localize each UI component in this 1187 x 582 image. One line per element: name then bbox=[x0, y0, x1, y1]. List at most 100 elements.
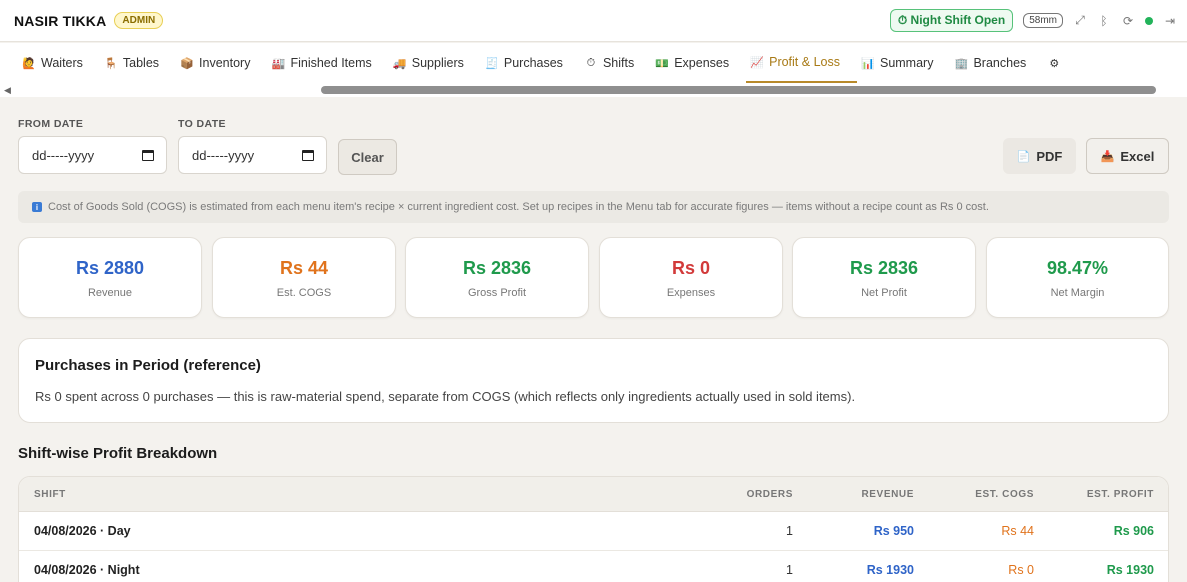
truck-icon: 🚚 bbox=[392, 57, 407, 70]
calendar-icon[interactable] bbox=[302, 149, 314, 161]
tab-tables[interactable]: 🪑 Tables bbox=[100, 43, 176, 83]
tab-label: Inventory bbox=[199, 56, 251, 70]
tab-expenses[interactable]: 💵 Expenses bbox=[651, 43, 746, 83]
app-header: NASIR TIKKA ADMIN ⏱ Night Shift Open 58m… bbox=[0, 0, 1187, 42]
tab-profit-loss[interactable]: 📈 Profit & Loss bbox=[746, 43, 857, 83]
tab-label: Purchases bbox=[503, 56, 563, 70]
tab-summary[interactable]: 📊 Summary bbox=[857, 43, 950, 83]
cell-shift: 04/08/2026 · Day bbox=[34, 524, 131, 538]
tab-label: Branches bbox=[973, 56, 1027, 70]
tab-finished-items[interactable]: 🏭 Finished Items bbox=[267, 43, 388, 83]
tab-settings[interactable]: ⚙ bbox=[1043, 43, 1078, 83]
money-icon: 💵 bbox=[655, 57, 670, 70]
cogs-card: Rs 44 Est. COGS bbox=[212, 237, 396, 318]
tab-shifts[interactable]: ⏱ Shifts bbox=[580, 43, 651, 83]
to-date-value: dd-----yyyy bbox=[192, 147, 255, 163]
scrollbar-thumb[interactable] bbox=[321, 86, 1156, 94]
main-tabs: 🙋 Waiters 🪑 Tables 📦 Inventory 🏭 Finished It… bbox=[0, 43, 1187, 83]
factory-icon: 🏭 bbox=[271, 57, 286, 70]
receipt-icon: 🧾 bbox=[485, 57, 499, 70]
fullscreen-icon[interactable]: ⤢ bbox=[1073, 13, 1087, 28]
tab-label: Suppliers bbox=[411, 56, 464, 70]
gear-icon: ⚙ bbox=[1049, 57, 1060, 70]
waiter-icon: 🙋 bbox=[22, 57, 36, 70]
info-icon: i bbox=[32, 202, 42, 212]
online-status-icon bbox=[1145, 16, 1153, 25]
table-row: 04/08/2026 · Night 1 Rs 1930 Rs 0 Rs 193… bbox=[19, 551, 1168, 582]
cogs-info-note: i Cost of Goods Sold (COGS) is estimated… bbox=[18, 191, 1169, 223]
stopwatch-icon: ⏱ bbox=[586, 56, 596, 69]
bluetooth-icon[interactable]: ᛒ bbox=[1097, 14, 1111, 28]
from-date-label: FROM DATE bbox=[18, 118, 84, 130]
card-value: Rs 44 bbox=[279, 258, 329, 278]
card-label: Net Profit bbox=[861, 287, 907, 299]
cell-orders: 1 bbox=[786, 524, 793, 538]
clear-button[interactable]: Clear bbox=[338, 139, 397, 175]
tab-label: Tables bbox=[122, 56, 160, 70]
export-excel-button[interactable]: 📥 Excel bbox=[1086, 138, 1169, 174]
col-cogs: EST. COGS bbox=[975, 489, 1034, 500]
card-label: Gross Profit bbox=[467, 287, 527, 299]
scroll-left-icon[interactable]: ◀ bbox=[4, 85, 11, 96]
tab-label: Finished Items bbox=[290, 56, 372, 70]
tab-label: Expenses bbox=[674, 56, 730, 70]
cell-shift: 04/08/2026 · Night bbox=[34, 563, 140, 577]
cell-orders: 1 bbox=[786, 563, 793, 577]
cell-revenue: Rs 1930 bbox=[866, 563, 914, 577]
card-value: Rs 2880 bbox=[75, 258, 145, 278]
table-row: 04/08/2026 · Day 1 Rs 950 Rs 44 Rs 906 bbox=[19, 512, 1168, 551]
revenue-card: Rs 2880 Revenue bbox=[18, 237, 202, 318]
col-revenue: REVENUE bbox=[861, 489, 914, 500]
tab-label: Shifts bbox=[602, 56, 635, 70]
cell-profit: Rs 1930 bbox=[1106, 563, 1154, 577]
cell-cogs: Rs 44 bbox=[1001, 524, 1034, 538]
from-date-input[interactable]: dd-----yyyy bbox=[18, 136, 167, 174]
gross-profit-card: Rs 2836 Gross Profit bbox=[405, 237, 589, 318]
bar-chart-icon: 📊 bbox=[861, 57, 875, 70]
shift-breakdown-title: Shift-wise Profit Breakdown bbox=[18, 445, 218, 462]
tabs-scrollbar[interactable]: ◀ bbox=[0, 83, 1187, 97]
col-shift: SHIFT bbox=[34, 489, 66, 500]
export-pdf-button[interactable]: 📄 PDF bbox=[1003, 138, 1076, 174]
box-icon: 📦 bbox=[180, 57, 194, 70]
card-label: Expenses bbox=[666, 287, 716, 299]
cell-profit: Rs 906 bbox=[1113, 524, 1154, 538]
col-profit: EST. PROFIT bbox=[1086, 489, 1154, 500]
tab-inventory[interactable]: 📦 Inventory bbox=[176, 43, 267, 83]
col-orders: ORDERS bbox=[746, 489, 793, 500]
to-date-input[interactable]: dd-----yyyy bbox=[178, 136, 327, 174]
paper-size-toggle[interactable]: 58mm bbox=[1023, 13, 1063, 28]
purchases-panel: Purchases in Period (reference) Rs 0 spe… bbox=[18, 338, 1169, 423]
tab-suppliers[interactable]: 🚚 Suppliers bbox=[389, 43, 481, 83]
brand-name: NASIR TIKKA bbox=[14, 12, 107, 29]
pdf-label: PDF bbox=[1036, 148, 1063, 164]
document-icon: 📄 bbox=[1016, 150, 1031, 163]
card-value: 98.47% bbox=[1046, 258, 1109, 278]
calendar-icon[interactable] bbox=[142, 149, 154, 161]
chair-icon: 🪑 bbox=[104, 57, 118, 70]
sync-icon[interactable]: ⟳ bbox=[1121, 14, 1135, 28]
shift-status-button[interactable]: ⏱ Night Shift Open bbox=[889, 9, 1014, 32]
info-text: Cost of Goods Sold (COGS) is estimated f… bbox=[48, 201, 989, 213]
excel-label: Excel bbox=[1120, 148, 1155, 164]
table-header: SHIFT ORDERS REVENUE EST. COGS EST. PROF… bbox=[19, 477, 1168, 512]
logout-icon[interactable]: ⇥ bbox=[1163, 14, 1177, 28]
to-date-label: TO DATE bbox=[178, 118, 226, 130]
tab-branches[interactable]: 🏢 Branches bbox=[950, 43, 1043, 83]
tab-waiters[interactable]: 🙋 Waiters bbox=[18, 43, 100, 83]
tab-purchases[interactable]: 🧾 Purchases bbox=[481, 43, 580, 83]
expenses-card: Rs 0 Expenses bbox=[599, 237, 783, 318]
tab-label: Summary bbox=[879, 56, 934, 70]
cell-revenue: Rs 950 bbox=[873, 524, 914, 538]
card-label: Net Margin bbox=[1050, 287, 1105, 299]
tab-label: Waiters bbox=[41, 56, 83, 70]
purchases-title: Purchases in Period (reference) bbox=[35, 357, 261, 374]
chart-up-icon: 📈 bbox=[750, 56, 764, 69]
building-icon: 🏢 bbox=[954, 57, 969, 70]
from-date-value: dd-----yyyy bbox=[32, 147, 95, 163]
shift-breakdown-table: SHIFT ORDERS REVENUE EST. COGS EST. PROF… bbox=[18, 476, 1169, 582]
inbox-tray-icon: 📥 bbox=[1100, 150, 1115, 163]
card-label: Est. COGS bbox=[276, 287, 332, 299]
tab-label: Profit & Loss bbox=[769, 55, 840, 69]
card-value: Rs 2836 bbox=[849, 258, 919, 278]
